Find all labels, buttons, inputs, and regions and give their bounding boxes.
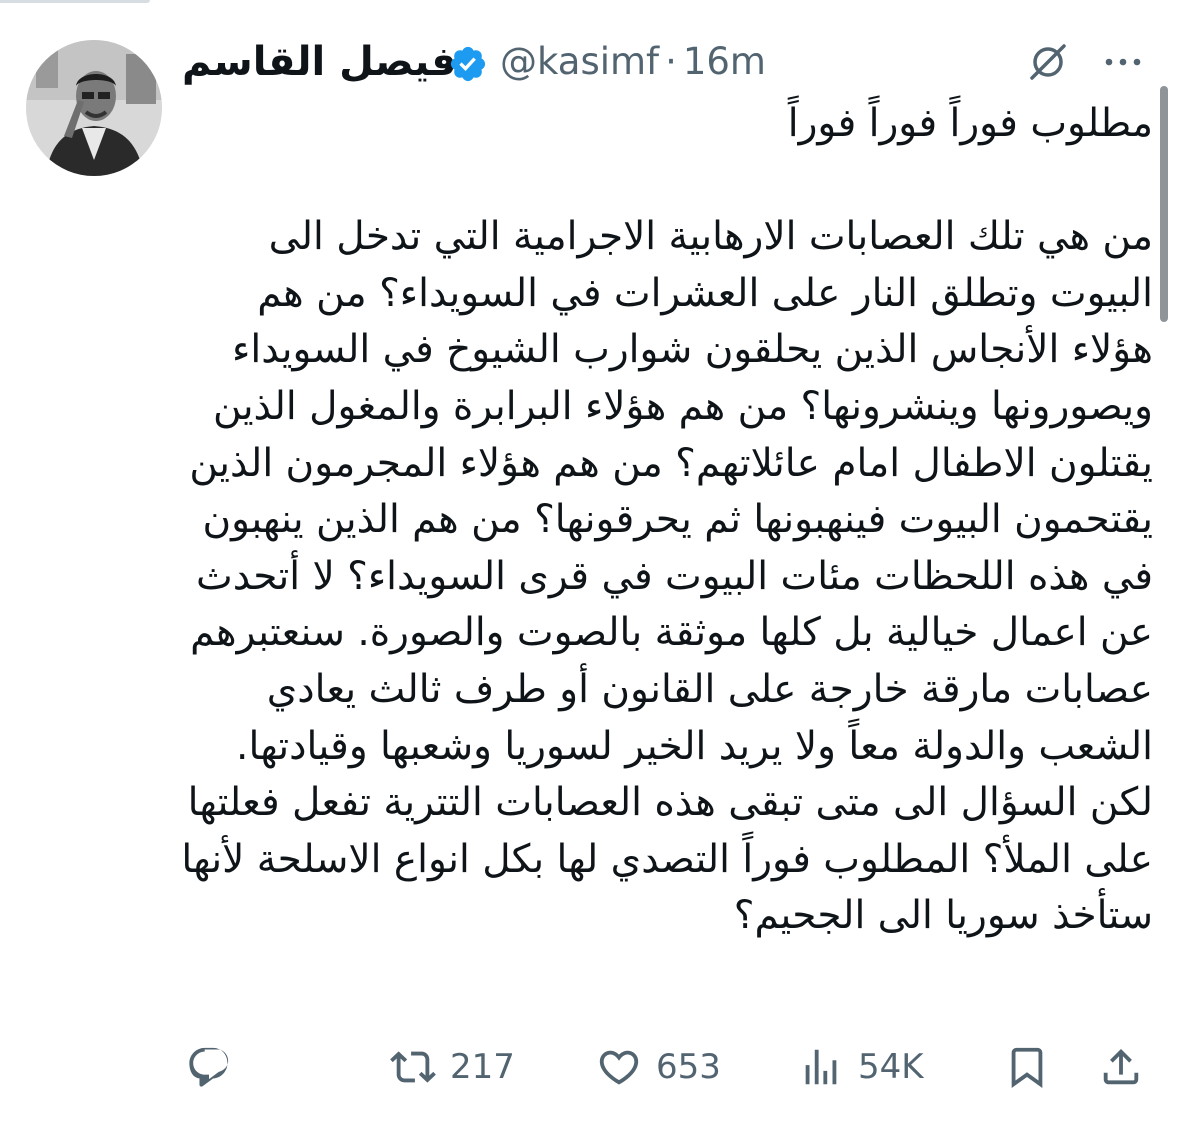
top-divider (0, 0, 150, 3)
tweet-time[interactable]: 16m (683, 40, 766, 83)
avatar[interactable] (26, 40, 162, 176)
tweet-actions: 217 653 54K (0, 1040, 1179, 1094)
share-button[interactable] (1098, 1040, 1144, 1094)
like-count: 653 (656, 1047, 721, 1087)
reply-icon (189, 1047, 229, 1087)
bookmark-button[interactable] (1004, 1040, 1050, 1094)
tweet-text: مطلوب فوراً فوراً فوراً من هي تلك العصاب… (181, 101, 1153, 939)
retweet-count: 217 (450, 1047, 515, 1087)
heart-icon (599, 1050, 639, 1085)
author-handle[interactable]: @kasimf (500, 40, 659, 83)
retweet-button[interactable]: 217 (390, 1040, 515, 1094)
share-icon (1103, 1048, 1139, 1085)
retweet-icon (390, 1051, 436, 1083)
reply-button[interactable] (186, 1040, 246, 1094)
bookmark-icon (1011, 1047, 1043, 1088)
grok-icon[interactable] (1026, 42, 1070, 82)
handle-and-time: @kasimf · 16m (500, 36, 766, 88)
author-name[interactable]: فيصل القاسم (182, 36, 457, 88)
like-button[interactable]: 653 (596, 1040, 721, 1094)
views-button[interactable]: 54K (798, 1040, 924, 1094)
scrollbar[interactable] (1160, 86, 1168, 322)
views-bar-icon (805, 1049, 837, 1085)
views-count: 54K (858, 1047, 924, 1087)
verified-badge-icon (450, 46, 486, 82)
avatar-photo (26, 40, 162, 176)
more-dots-icon[interactable] (1100, 42, 1146, 82)
separator-dot: · (665, 40, 677, 83)
